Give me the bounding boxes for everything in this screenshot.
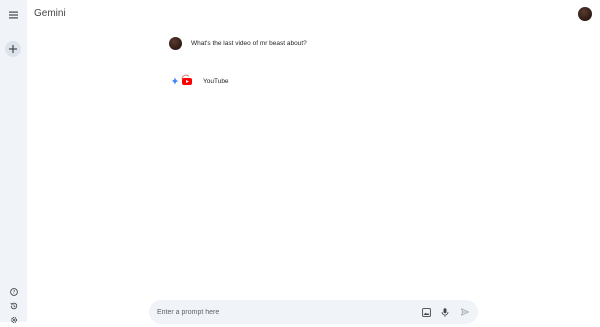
menu-button[interactable] bbox=[6, 7, 21, 22]
gemini-sparkle-icon bbox=[171, 77, 179, 85]
app-title: Gemini bbox=[34, 8, 66, 19]
source-label: YouTube bbox=[203, 77, 229, 85]
gear-icon bbox=[10, 316, 17, 323]
activity-button[interactable] bbox=[6, 298, 21, 313]
side-rail: ? bbox=[0, 0, 27, 323]
menu-icon bbox=[9, 11, 18, 18]
help-button[interactable]: ? bbox=[6, 284, 21, 299]
prompt-input[interactable] bbox=[157, 306, 397, 318]
history-icon bbox=[9, 302, 17, 309]
response-icons bbox=[171, 74, 193, 88]
image-icon bbox=[421, 307, 431, 317]
settings-button[interactable] bbox=[6, 312, 21, 327]
svg-text:?: ? bbox=[12, 290, 15, 296]
user-message: What's the last video of mr beast about? bbox=[169, 37, 307, 50]
model-response: YouTube bbox=[171, 74, 229, 88]
mic-icon bbox=[441, 307, 449, 317]
new-chat-button[interactable] bbox=[5, 41, 21, 57]
plus-icon bbox=[9, 45, 17, 53]
user-avatar bbox=[169, 37, 182, 50]
voice-input-button[interactable] bbox=[439, 306, 451, 318]
prompt-bar bbox=[149, 300, 478, 324]
youtube-icon bbox=[182, 78, 192, 85]
account-avatar[interactable] bbox=[578, 7, 592, 21]
send-button[interactable] bbox=[459, 306, 471, 318]
help-icon: ? bbox=[9, 287, 18, 296]
upload-image-button[interactable] bbox=[420, 306, 432, 318]
user-prompt-text: What's the last video of mr beast about? bbox=[191, 40, 307, 47]
send-icon bbox=[461, 308, 469, 316]
